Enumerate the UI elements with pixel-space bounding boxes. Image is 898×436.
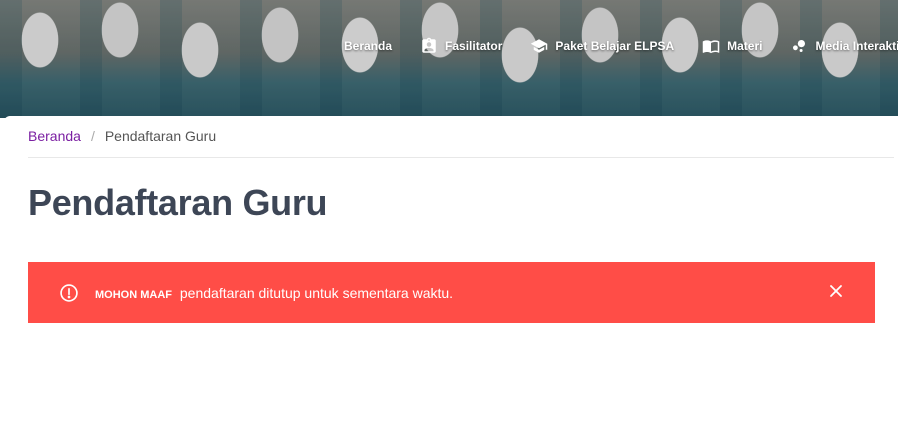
graduation-cap-icon: [530, 37, 548, 55]
page-title: Pendaftaran Guru: [28, 182, 328, 223]
alert-message: MOHON MAAF pendaftaran ditutup untuk sem…: [95, 285, 453, 301]
main-content-card: Beranda / Pendaftaran Guru Pendaftaran Gur…: [4, 116, 898, 436]
breadcrumb-current: Pendaftaran Guru: [104, 128, 217, 144]
error-alert: MOHON MAAF pendaftaran ditutup untuk sem…: [28, 262, 875, 323]
breadcrumb-separator: /: [90, 128, 95, 144]
nav-item-label: Fasilitator: [445, 39, 503, 53]
hero-banner-photo: [0, 0, 898, 118]
alert-strong-text: MOHON MAAF: [95, 288, 172, 301]
nav-item-beranda[interactable]: Beranda: [344, 39, 392, 53]
nav-item-label: Paket Belajar ELPSA: [555, 39, 675, 53]
alert-message-text: pendaftaran ditutup untuk sementara wakt…: [179, 284, 454, 301]
hero-overlay: [0, 0, 898, 118]
id-badge-icon: [420, 37, 438, 55]
nav-item-materi[interactable]: Materi: [702, 37, 762, 55]
breadcrumb: Beranda / Pendaftaran Guru: [28, 128, 216, 144]
close-icon[interactable]: [829, 284, 843, 298]
breadcrumb-divider: [28, 157, 894, 158]
breadcrumb-home-link[interactable]: Beranda: [28, 128, 81, 144]
top-nav: Beranda Fasilitator Paket Belajar ELPSA …: [330, 34, 898, 58]
nav-item-fasilitator[interactable]: Fasilitator: [420, 37, 502, 55]
nav-item-label: Materi: [727, 39, 763, 53]
bubbles-icon: [790, 37, 808, 55]
nav-item-label: Media Interaktif: [815, 39, 898, 53]
nav-item-label: Beranda: [344, 39, 393, 53]
exclamation-circle-icon: [59, 283, 79, 303]
open-book-icon: [702, 37, 720, 55]
nav-item-paket-belajar[interactable]: Paket Belajar ELPSA: [530, 37, 674, 55]
nav-item-media-interaktif[interactable]: Media Interaktif: [790, 37, 898, 55]
